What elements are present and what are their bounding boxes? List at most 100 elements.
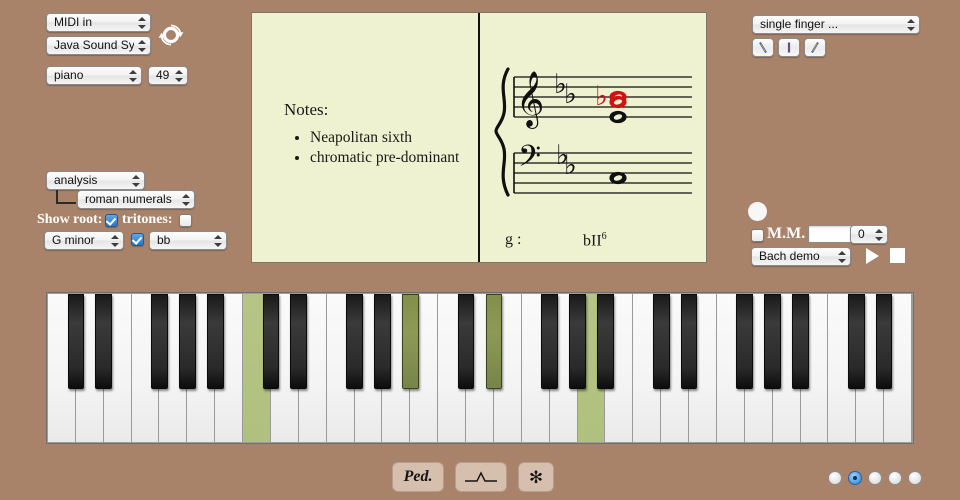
black-key[interactable] [847,294,865,389]
black-key[interactable] [875,294,893,389]
chevron-updown-icon [131,174,140,188]
sustain-pedal-label: Ped. [403,468,433,485]
black-key[interactable] [792,294,809,389]
page-dot-5[interactable] [908,471,922,485]
chevron-updown-icon [128,69,137,83]
black-key[interactable] [374,294,391,389]
una-corda-pedal-button[interactable]: ✻ [518,462,554,492]
black-key[interactable] [569,294,586,389]
demo-label: Bach demo [759,249,820,263]
tritones-checkbox[interactable] [179,214,192,227]
notes-title: Notes: [284,100,329,119]
chevron-updown-icon [906,18,915,32]
black-key[interactable] [736,294,754,389]
svg-text:♭: ♭ [564,79,577,110]
chord-key-label: g : [505,231,522,248]
instrument-label: piano [54,68,84,82]
piano-keyboard[interactable] [46,292,914,444]
chevron-updown-icon [181,193,190,207]
list-item: chromatic pre-dominant [310,148,464,168]
key-select[interactable]: G minor [44,231,124,250]
arpeggio-down-icon [759,41,767,54]
chevron-updown-icon [213,234,222,248]
accidentals-label: bb [157,233,171,247]
chevron-updown-icon [174,69,183,83]
notation-select[interactable]: roman numerals [77,190,195,209]
black-key[interactable] [346,294,363,389]
page-dot-1[interactable] [828,471,842,485]
mm-spinner-select[interactable]: 0 [850,225,888,244]
svg-text:𝄞: 𝄞 [516,71,544,129]
black-key[interactable] [597,294,614,389]
sound-device-select[interactable]: Java Sound Sy [46,36,151,55]
black-key[interactable] [401,294,419,389]
mm-input[interactable] [808,225,856,243]
black-key[interactable] [485,294,503,389]
black-key[interactable] [652,294,670,389]
svg-text:♭: ♭ [595,81,608,112]
black-key[interactable] [95,294,113,389]
instrument-select[interactable]: piano [46,66,142,85]
notation-label: roman numerals [85,192,172,206]
black-key[interactable] [206,294,224,389]
refresh-icon[interactable] [158,22,184,48]
arpeggio-up-button[interactable] [804,38,826,57]
demo-select[interactable]: Bach demo [751,247,851,266]
midi-in-select[interactable]: MIDI in [46,13,151,32]
key-label: G minor [52,233,95,247]
black-key[interactable] [178,294,196,389]
instrument-number-label: 49 [156,68,170,82]
tritones-label: tritones: [122,212,173,227]
arpeggio-block-button[interactable] [778,38,800,57]
instrument-number-select[interactable]: 49 [148,66,188,85]
black-key[interactable] [457,294,475,389]
chord-roman-text: bII [583,232,602,250]
chevron-updown-icon [137,39,146,53]
black-key[interactable] [262,294,280,389]
midi-in-label: MIDI in [54,15,93,29]
key-enable-checkbox[interactable] [131,233,144,246]
black-key[interactable] [151,294,168,389]
chevron-updown-icon [874,228,883,242]
mode-select[interactable]: analysis [46,171,145,190]
score-panel: Notes: Neapolitan sixth chromatic pre-do… [251,12,707,263]
notes-list: Neapolitan sixth chromatic pre-dominant [284,128,464,169]
page-dot-2[interactable] [848,471,862,485]
list-item: Neapolitan sixth [310,128,464,148]
show-root-label: Show root: [37,212,103,227]
chevron-updown-icon [837,250,846,264]
page-dot-4[interactable] [888,471,902,485]
tree-elbow-connector [56,190,76,204]
mode-label: analysis [54,173,98,187]
svg-text:𝄢: 𝄢 [518,140,541,181]
fingering-label: single finger ... [760,17,839,31]
mm-label: M.M. [767,225,806,242]
grand-staff: 𝄞 𝄢 ♭ ♭ ♭ ♭ ♭ [494,65,694,205]
show-root-checkbox[interactable] [105,214,118,227]
keyboard-keys [48,294,912,442]
svg-text:♭: ♭ [564,150,577,181]
arpeggio-block-icon [787,42,791,53]
black-key[interactable] [67,294,85,389]
sustain-pedal-button[interactable]: Ped. [392,462,444,492]
mm-checkbox[interactable] [751,229,764,242]
sostenuto-pedal-button[interactable] [455,462,507,492]
black-key[interactable] [680,294,698,389]
black-key[interactable] [541,294,559,389]
stop-icon[interactable] [890,248,905,263]
play-icon[interactable] [866,248,879,264]
panel-divider [478,13,480,262]
sound-device-label: Java Sound Sy [54,38,134,52]
metronome-indicator [748,202,767,221]
mm-spinner-label: 0 [858,227,865,241]
chord-roman-figure: 6 [601,231,607,242]
una-corda-label: ✻ [528,467,544,487]
black-key[interactable] [290,294,308,389]
arpeggio-down-button[interactable] [752,38,774,57]
notes-block: Notes: Neapolitan sixth chromatic pre-do… [284,100,464,169]
fingering-select[interactable]: single finger ... [752,15,920,34]
page-dot-3[interactable] [868,471,882,485]
black-key[interactable] [764,294,781,389]
sostenuto-icon [465,471,497,482]
accidentals-select[interactable]: bb [149,231,227,250]
